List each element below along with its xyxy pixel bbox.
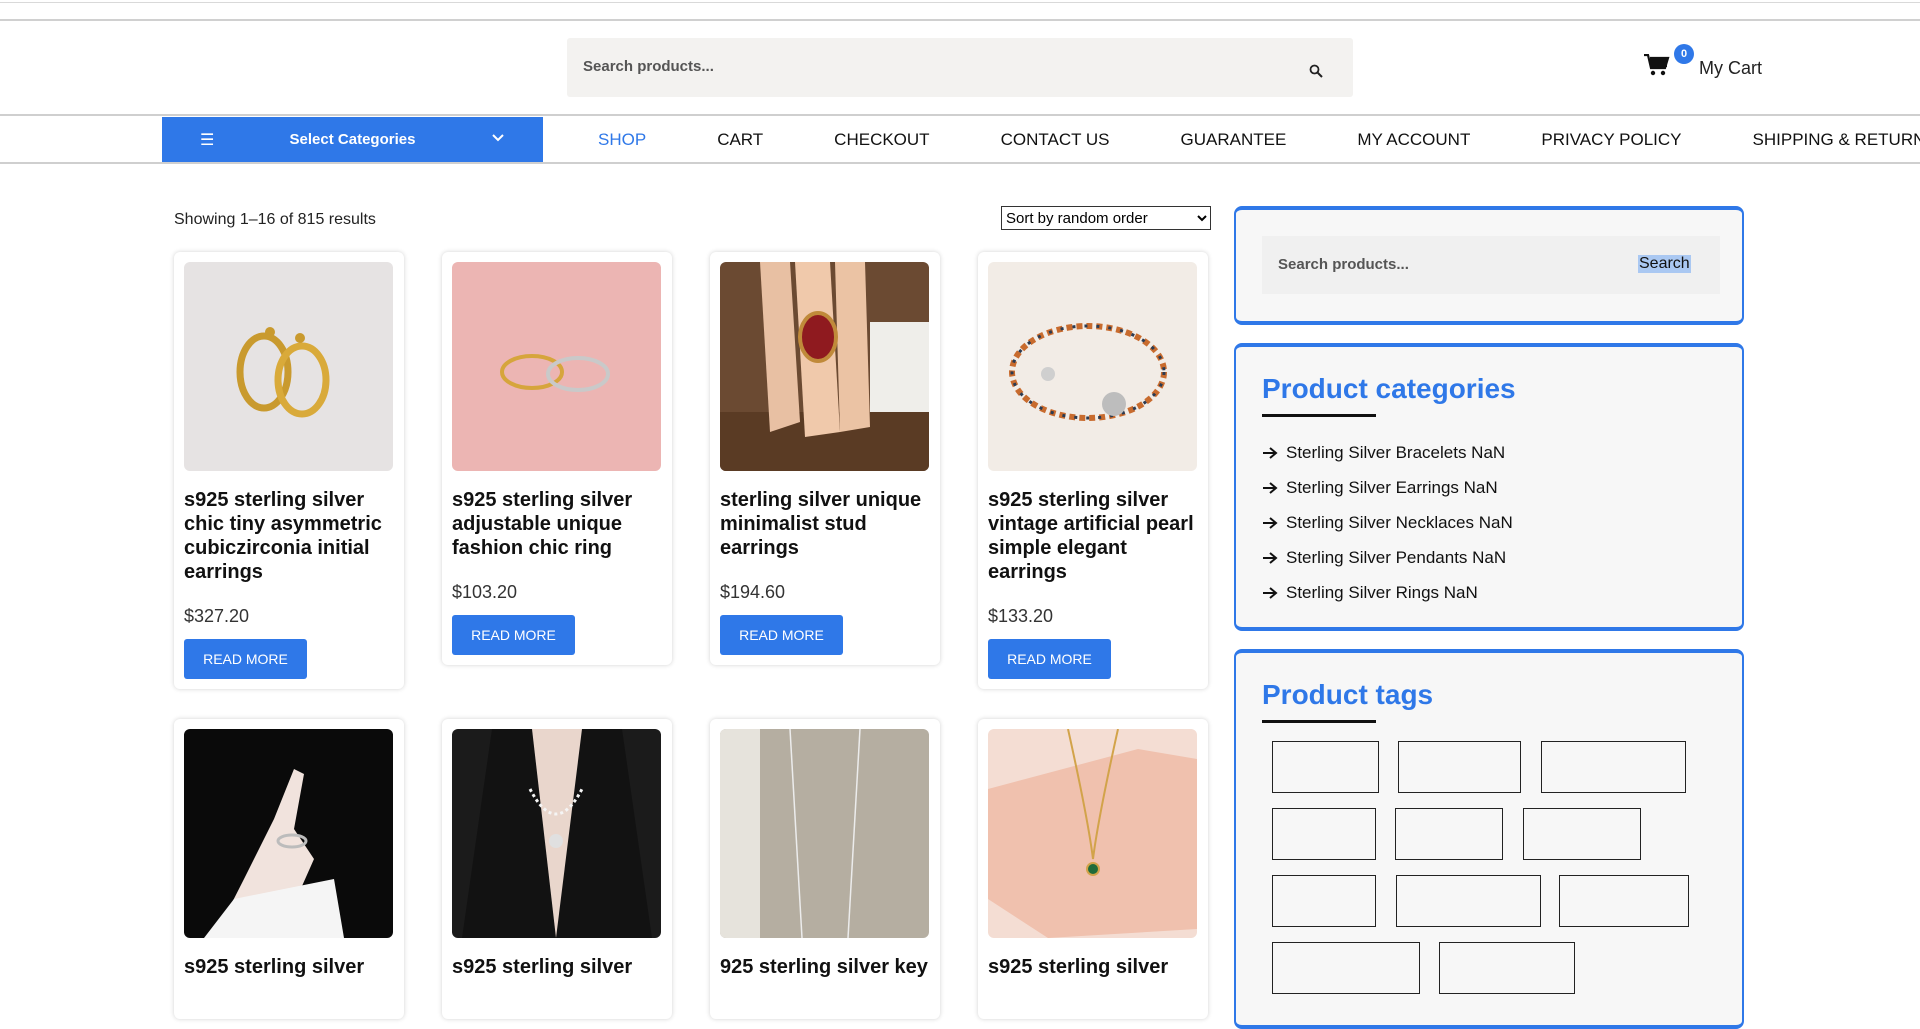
product-price: $194.60: [720, 582, 786, 602]
select-categories-button[interactable]: ☰ Select Categories: [162, 117, 543, 162]
arrow-right-icon: [1263, 586, 1278, 599]
product-title[interactable]: s925 sterling silver chic tiny asymmetri…: [184, 488, 396, 584]
nav-item-privacy-policy[interactable]: PRIVACY POLICY: [1541, 130, 1681, 150]
product-price: $327.20: [184, 606, 250, 626]
product-card[interactable]: 925 sterling silver key: [710, 719, 940, 1019]
nav-item-contact-us[interactable]: CONTACT US: [1001, 130, 1110, 150]
category-item[interactable]: Sterling Silver Earrings NaN: [1262, 470, 1513, 505]
nav-item-shop[interactable]: SHOP: [598, 130, 646, 150]
nav-item-shipping-return[interactable]: SHIPPING & RETURN: [1753, 130, 1920, 150]
tag-link[interactable]: [1272, 741, 1379, 793]
product-card[interactable]: s925 sterling silver chic tiny asymmetri…: [174, 252, 404, 689]
tag-link[interactable]: [1523, 808, 1641, 860]
nav-item-my-account[interactable]: MY ACCOUNT: [1357, 130, 1470, 150]
tag-link[interactable]: [1541, 741, 1686, 793]
product-card[interactable]: s925 sterling silver: [978, 719, 1208, 1019]
read-more-button[interactable]: READ MORE: [988, 639, 1111, 679]
nav-item-checkout[interactable]: CHECKOUT: [834, 130, 929, 150]
category-item[interactable]: Sterling Silver Pendants NaN: [1262, 540, 1513, 575]
product-image[interactable]: [184, 729, 393, 938]
tag-link[interactable]: [1272, 808, 1376, 860]
category-label[interactable]: Sterling Silver Rings NaN: [1286, 583, 1478, 603]
product-tags-title: Product tags: [1262, 679, 1434, 710]
product-title[interactable]: s925 sterling silver: [988, 955, 1200, 979]
search-widget: Search products... Search: [1234, 206, 1744, 325]
product-title[interactable]: s925 sterling silver: [184, 955, 396, 979]
tag-link[interactable]: [1272, 875, 1376, 927]
product-price: $103.20: [452, 582, 518, 602]
header-search-input[interactable]: Search products...: [567, 38, 1353, 97]
read-more-button[interactable]: READ MORE: [184, 639, 307, 679]
category-label[interactable]: Sterling Silver Earrings NaN: [1286, 478, 1498, 498]
nav-border-bottom: [0, 162, 1920, 165]
nav-item-cart[interactable]: CART: [717, 130, 763, 150]
product-image[interactable]: [988, 729, 1197, 938]
cart-icon: [1644, 54, 1670, 76]
product-card[interactable]: s925 sterling silver adjustable unique f…: [442, 252, 672, 665]
product-image[interactable]: [720, 262, 929, 471]
result-count: Showing 1–16 of 815 results: [174, 211, 376, 228]
nav-border-top: [0, 114, 1920, 116]
sort-select[interactable]: Sort by random order: [1001, 206, 1211, 230]
title-underline: [1262, 414, 1376, 417]
category-item[interactable]: Sterling Silver Rings NaN: [1262, 575, 1513, 610]
category-list: Sterling Silver Bracelets NaN Sterling S…: [1262, 435, 1513, 610]
category-label[interactable]: Sterling Silver Bracelets NaN: [1286, 443, 1505, 463]
product-categories-widget: Product categories Sterling Silver Brace…: [1234, 343, 1744, 631]
cart-label: My Cart: [1699, 58, 1762, 78]
product-card[interactable]: s925 sterling silver: [442, 719, 672, 1019]
product-tags-widget: Product tags: [1234, 649, 1744, 1029]
product-categories-title: Product categories: [1262, 373, 1516, 404]
arrow-right-icon: [1263, 516, 1278, 529]
product-card[interactable]: s925 sterling silver: [174, 719, 404, 1019]
arrow-right-icon: [1263, 481, 1278, 494]
product-title[interactable]: s925 sterling silver: [452, 955, 664, 979]
product-image[interactable]: [720, 729, 929, 938]
select-categories-label: Select Categories: [289, 131, 416, 148]
category-label[interactable]: Sterling Silver Necklaces NaN: [1286, 513, 1513, 533]
category-label[interactable]: Sterling Silver Pendants NaN: [1286, 548, 1506, 568]
sidebar-search-placeholder: Search products...: [1278, 256, 1409, 273]
product-image[interactable]: [184, 262, 393, 471]
sidebar-search-button[interactable]: Search: [1638, 255, 1691, 273]
tag-link[interactable]: [1396, 875, 1541, 927]
tag-link[interactable]: [1272, 942, 1420, 994]
nav-item-guarantee[interactable]: GUARANTEE: [1181, 130, 1287, 150]
tag-link[interactable]: [1439, 942, 1575, 994]
product-image[interactable]: [452, 262, 661, 471]
header-border: [0, 19, 1920, 22]
header-search-placeholder: Search products...: [583, 58, 714, 75]
product-title[interactable]: 925 sterling silver key: [720, 955, 932, 979]
read-more-button[interactable]: READ MORE: [452, 615, 575, 655]
my-cart-link[interactable]: 0 My Cart: [1644, 44, 1764, 84]
product-title[interactable]: s925 sterling silver adjustable unique f…: [452, 488, 664, 560]
category-item[interactable]: Sterling Silver Bracelets NaN: [1262, 435, 1513, 470]
product-image[interactable]: [988, 262, 1197, 471]
arrow-right-icon: [1263, 551, 1278, 564]
main-nav: SHOP CART CHECKOUT CONTACT US GUARANTEE …: [578, 117, 1920, 162]
product-title[interactable]: sterling silver unique minimalist stud e…: [720, 488, 932, 560]
tag-link[interactable]: [1395, 808, 1503, 860]
tag-link[interactable]: [1398, 741, 1521, 793]
tag-link[interactable]: [1559, 875, 1689, 927]
top-border: [0, 0, 1920, 3]
title-underline: [1262, 720, 1376, 723]
product-card[interactable]: sterling silver unique minimalist stud e…: [710, 252, 940, 665]
read-more-button[interactable]: READ MORE: [720, 615, 843, 655]
chevron-down-icon: [492, 134, 504, 142]
product-image[interactable]: [452, 729, 661, 938]
arrow-right-icon: [1263, 446, 1278, 459]
cart-count-badge: 0: [1674, 44, 1694, 64]
search-icon[interactable]: [1309, 64, 1323, 78]
sidebar-search-input[interactable]: Search products... Search: [1262, 236, 1720, 294]
product-card[interactable]: s925 sterling silver vintage artificial …: [978, 252, 1208, 689]
product-title[interactable]: s925 sterling silver vintage artificial …: [988, 488, 1200, 584]
category-item[interactable]: Sterling Silver Necklaces NaN: [1262, 505, 1513, 540]
product-price: $133.20: [988, 606, 1054, 626]
